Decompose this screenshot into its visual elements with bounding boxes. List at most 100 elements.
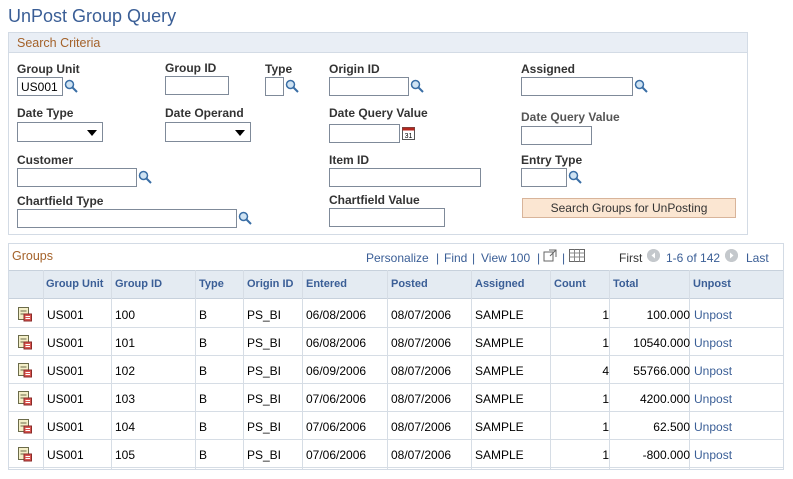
- cell-entered: 06/08/2006: [306, 336, 367, 350]
- customer-label: Customer: [17, 153, 74, 167]
- cell-group-id: 105: [115, 448, 136, 462]
- search-groups-button[interactable]: Search Groups for UnPosting: [522, 198, 736, 218]
- column-header-count[interactable]: Count: [554, 278, 586, 290]
- cell-total: -800.000: [642, 448, 690, 462]
- origin-id-lookup-icon[interactable]: [410, 79, 424, 93]
- date-type-select[interactable]: [17, 122, 103, 142]
- cell-type: B: [199, 420, 208, 434]
- entry-type-input[interactable]: [521, 168, 567, 187]
- column-header-posted[interactable]: Posted: [391, 278, 428, 290]
- date-query-value-2-input[interactable]: [521, 126, 592, 145]
- find-link[interactable]: Find: [444, 251, 467, 265]
- column-header-type[interactable]: Type: [199, 278, 224, 290]
- unpost-link[interactable]: Unpost: [694, 364, 754, 378]
- column-header-origin-id[interactable]: Origin ID: [247, 278, 293, 290]
- group-detail-icon[interactable]: [17, 306, 33, 322]
- cell-origin-id: PS_BI: [247, 336, 282, 350]
- date-query-value-label: Date Query Value: [329, 106, 428, 120]
- cell-group-unit: US001: [47, 364, 84, 378]
- unpost-link[interactable]: Unpost: [694, 308, 754, 322]
- cell-posted: 08/07/2006: [391, 308, 452, 322]
- group-detail-icon[interactable]: [17, 334, 33, 350]
- cell-assigned: SAMPLE: [475, 308, 524, 322]
- group-detail-icon[interactable]: [17, 390, 33, 406]
- column-header-entered[interactable]: Entered: [306, 278, 347, 290]
- unpost-link[interactable]: Unpost: [694, 392, 754, 406]
- cell-group-unit: US001: [47, 392, 84, 406]
- chartfield-value-label: Chartfield Value: [329, 193, 420, 207]
- cell-total: 4200.000: [639, 392, 690, 406]
- date-query-value-input[interactable]: [329, 124, 400, 143]
- cell-count: 1: [602, 336, 609, 350]
- cell-count: 1: [602, 308, 609, 322]
- unpost-link[interactable]: Unpost: [694, 420, 754, 434]
- cell-assigned: SAMPLE: [475, 364, 524, 378]
- cell-total: 10540.000: [633, 336, 690, 350]
- cell-total: 55766.000: [633, 364, 690, 378]
- group-detail-icon[interactable]: [17, 446, 33, 462]
- item-id-input[interactable]: [329, 168, 481, 187]
- chartfield-type-label: Chartfield Type: [17, 194, 104, 208]
- column-header-assigned[interactable]: Assigned: [475, 278, 525, 290]
- cell-group-unit: US001: [47, 336, 84, 350]
- date-operand-select[interactable]: [165, 122, 251, 142]
- personalize-link[interactable]: Personalize: [366, 251, 429, 265]
- entry-type-lookup-icon[interactable]: [568, 170, 582, 184]
- cell-assigned: SAMPLE: [475, 420, 524, 434]
- chevron-down-icon: [235, 130, 245, 136]
- nav-separator: |: [472, 251, 476, 265]
- nav-separator: |: [537, 251, 541, 265]
- nav-separator: |: [436, 251, 440, 265]
- cell-group-id: 103: [115, 392, 136, 406]
- column-header-unpost[interactable]: Unpost: [693, 278, 731, 290]
- view-100-link[interactable]: View 100: [481, 251, 530, 265]
- customer-input[interactable]: [17, 168, 137, 187]
- type-lookup-icon[interactable]: [285, 79, 299, 93]
- assigned-input[interactable]: [521, 77, 633, 96]
- download-spreadsheet-icon[interactable]: [569, 249, 585, 262]
- cell-origin-id: PS_BI: [247, 420, 282, 434]
- nav-separator: |: [562, 251, 566, 265]
- column-header-total[interactable]: Total: [613, 278, 638, 290]
- cell-group-id: 100: [115, 308, 136, 322]
- cell-assigned: SAMPLE: [475, 336, 524, 350]
- chartfield-value-input[interactable]: [329, 208, 445, 227]
- chartfield-type-lookup-icon[interactable]: [238, 211, 252, 225]
- origin-id-label: Origin ID: [329, 62, 380, 76]
- group-unit-input[interactable]: [17, 77, 63, 96]
- cell-type: B: [199, 392, 208, 406]
- type-input[interactable]: [265, 77, 284, 96]
- group-unit-label: Group Unit: [17, 62, 80, 76]
- entry-type-label: Entry Type: [521, 153, 583, 167]
- first-label: First: [619, 251, 643, 265]
- cell-origin-id: PS_BI: [247, 448, 282, 462]
- cell-origin-id: PS_BI: [247, 308, 282, 322]
- item-id-label: Item ID: [329, 153, 370, 167]
- cell-group-id: 104: [115, 420, 136, 434]
- cell-type: B: [199, 336, 208, 350]
- cell-group-unit: US001: [47, 420, 84, 434]
- search-criteria-header: Search Criteria: [9, 33, 747, 53]
- group-detail-icon[interactable]: [17, 362, 33, 378]
- unpost-link[interactable]: Unpost: [694, 336, 754, 350]
- unpost-link[interactable]: Unpost: [694, 448, 754, 462]
- cell-entered: 07/06/2006: [306, 448, 367, 462]
- chartfield-type-input[interactable]: [17, 209, 237, 228]
- group-detail-icon[interactable]: [17, 418, 33, 434]
- cell-origin-id: PS_BI: [247, 392, 282, 406]
- customer-lookup-icon[interactable]: [138, 170, 152, 184]
- group-id-input[interactable]: [165, 76, 229, 95]
- last-link[interactable]: Last: [746, 251, 769, 265]
- origin-id-input[interactable]: [329, 77, 409, 96]
- next-page-icon[interactable]: [725, 249, 738, 262]
- previous-page-icon[interactable]: [647, 249, 660, 262]
- column-header-group-unit[interactable]: Group Unit: [46, 278, 103, 290]
- cell-posted: 08/07/2006: [391, 364, 452, 378]
- cell-posted: 08/07/2006: [391, 392, 452, 406]
- calendar-icon[interactable]: 31: [402, 126, 415, 140]
- assigned-lookup-icon[interactable]: [634, 79, 648, 93]
- new-window-icon[interactable]: [543, 249, 557, 263]
- group-unit-lookup-icon[interactable]: [64, 79, 78, 93]
- cell-assigned: SAMPLE: [475, 392, 524, 406]
- column-header-group-id[interactable]: Group ID: [115, 278, 162, 290]
